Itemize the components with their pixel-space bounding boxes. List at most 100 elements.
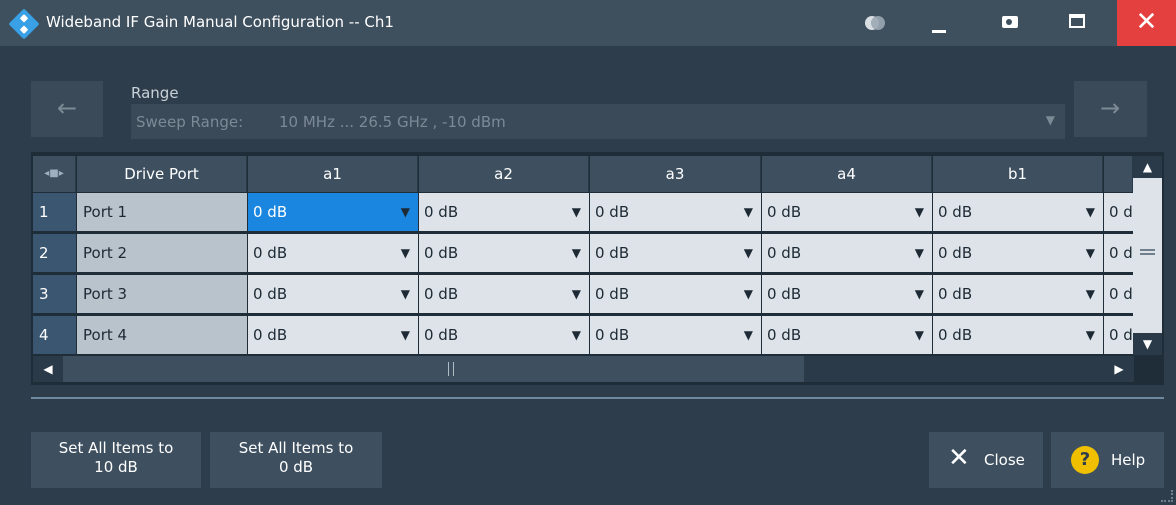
gain-select[interactable]: 0 dB ▼: [761, 193, 932, 231]
gain-select[interactable]: 0 dB ▼: [418, 275, 589, 313]
gain-select[interactable]: 0 dB ▼: [589, 316, 761, 354]
header-a2[interactable]: a2: [419, 156, 589, 192]
gain-select[interactable]: 0 dB ▼: [247, 234, 418, 272]
scroll-thumb[interactable]: [63, 356, 804, 382]
dropdown-arrow-icon: ▼: [743, 287, 753, 301]
arrow-right-icon: →: [1099, 94, 1121, 122]
range-key: Sweep Range:: [136, 113, 244, 131]
gain-select[interactable]: 0 dB ▼: [418, 234, 589, 272]
help-icon: ?: [1071, 446, 1099, 474]
gain-select[interactable]: 0 dB ▼: [589, 234, 761, 272]
dropdown-arrow-icon: ▼: [571, 287, 581, 301]
dropdown-arrow-icon: ▼: [914, 205, 924, 219]
dropdown-arrow-icon: ▼: [1085, 328, 1095, 342]
drive-port-cell: Port 4: [77, 316, 247, 354]
dropdown-arrow-icon: ▼: [571, 205, 581, 219]
close-label: Close: [984, 451, 1025, 469]
dropdown-arrow-icon: ▼: [743, 205, 753, 219]
button-label-line1: Set All Items to: [58, 439, 174, 457]
set-all-10db-button[interactable]: Set All Items to 10 dB: [31, 432, 201, 488]
gain-select[interactable]: 0 dB ▼: [932, 193, 1103, 231]
gain-select[interactable]: 0 d: [1103, 275, 1133, 313]
gain-select[interactable]: 0 dB ▼: [589, 193, 761, 231]
close-icon: ✕: [948, 443, 970, 473]
gain-select[interactable]: 0 d: [1103, 234, 1133, 272]
dropdown-arrow-icon: ▼: [743, 246, 753, 260]
column-resize-icon[interactable]: ◂■▸: [33, 156, 76, 192]
dropdown-arrow-icon: ▼: [914, 246, 924, 260]
help-button[interactable]: ? Help: [1051, 432, 1164, 488]
dropdown-arrow-icon: ▼: [914, 328, 924, 342]
arrow-left-icon: ←: [56, 94, 78, 122]
dropdown-arrow-icon: ▼: [400, 328, 410, 342]
scroll-down-icon[interactable]: ▼: [1133, 333, 1162, 355]
header-a1[interactable]: a1: [248, 156, 418, 192]
toggle-icon[interactable]: [865, 16, 885, 30]
dropdown-arrow-icon: ▼: [914, 287, 924, 301]
gain-select[interactable]: 0 dB ▼: [418, 193, 589, 231]
title-bar[interactable]: Wideband IF Gain Manual Configuration --…: [0, 0, 1176, 46]
gain-select[interactable]: 0 dB ▼: [589, 275, 761, 313]
dropdown-arrow-icon: ▼: [1085, 246, 1095, 260]
range-select[interactable]: Sweep Range: 10 MHz ... 26.5 GHz , -10 d…: [131, 104, 1065, 139]
previous-range-button[interactable]: ←: [31, 81, 103, 137]
button-label-line1: Set All Items to: [238, 439, 354, 457]
dropdown-arrow-icon: ▼: [743, 328, 753, 342]
drive-port-cell: Port 3: [77, 275, 247, 313]
scroll-grip-icon: [1140, 249, 1155, 255]
button-label-line2: 10 dB: [94, 458, 138, 476]
gain-select[interactable]: 0 dB ▼: [761, 275, 932, 313]
gain-select[interactable]: 0 dB ▼: [247, 275, 418, 313]
gain-select[interactable]: 0 dB ▼: [932, 316, 1103, 354]
row-number[interactable]: 1: [33, 193, 76, 231]
resize-grip-icon[interactable]: [1161, 490, 1173, 502]
row-number[interactable]: 4: [33, 316, 76, 354]
header-a3[interactable]: a3: [590, 156, 761, 192]
row-number[interactable]: 2: [33, 234, 76, 272]
set-all-0db-button[interactable]: Set All Items to 0 dB: [210, 432, 382, 488]
scroll-up-icon[interactable]: ▲: [1133, 156, 1162, 178]
gain-select[interactable]: 0 dB ▼: [761, 234, 932, 272]
gain-select[interactable]: 0 dB ▼: [247, 316, 418, 354]
scroll-right-icon[interactable]: ▶: [1104, 356, 1134, 382]
minimize-icon[interactable]: [926, 14, 956, 34]
dropdown-arrow-icon: ▼: [400, 205, 410, 219]
dropdown-arrow-icon: ▼: [571, 328, 581, 342]
dropdown-arrow-icon: ▼: [400, 246, 410, 260]
gain-select[interactable]: 0 dB ▼: [247, 193, 418, 231]
gain-select[interactable]: 0 d: [1103, 316, 1133, 354]
header-a4[interactable]: a4: [762, 156, 932, 192]
range-value: 10 MHz ... 26.5 GHz , -10 dBm: [279, 113, 506, 131]
gain-select[interactable]: 0 dB ▼: [418, 316, 589, 354]
button-label-line2: 0 dB: [278, 458, 314, 476]
scroll-grip-icon: [448, 362, 454, 376]
range-label: Range: [131, 84, 179, 102]
screenshot-icon[interactable]: [1002, 16, 1018, 28]
close-button[interactable]: ✕ Close: [929, 432, 1043, 488]
dropdown-arrow-icon: ▼: [1085, 205, 1095, 219]
header-b1[interactable]: b1: [933, 156, 1103, 192]
row-number[interactable]: 3: [33, 275, 76, 313]
gain-select[interactable]: 0 dB ▼: [932, 234, 1103, 272]
horizontal-scrollbar[interactable]: ◀ ▶: [33, 356, 1134, 382]
dialog-window: Wideband IF Gain Manual Configuration --…: [0, 0, 1176, 505]
scroll-left-icon[interactable]: ◀: [33, 356, 63, 382]
dropdown-arrow-icon: ▼: [571, 246, 581, 260]
maximize-icon[interactable]: [1069, 14, 1085, 28]
dropdown-arrow-icon: ▼: [1085, 287, 1095, 301]
next-range-button[interactable]: →: [1074, 81, 1147, 137]
drive-port-cell: Port 1: [77, 193, 247, 231]
window-title: Wideband IF Gain Manual Configuration --…: [46, 13, 394, 31]
gain-select[interactable]: 0 d: [1103, 193, 1133, 231]
help-label: Help: [1111, 451, 1146, 469]
gain-select[interactable]: 0 dB ▼: [932, 275, 1103, 313]
chevron-down-icon: ▼: [1045, 113, 1055, 127]
close-window-button[interactable]: ✕: [1117, 0, 1176, 46]
header-overflow: [1104, 156, 1133, 192]
app-logo-icon: [8, 8, 40, 40]
vertical-scrollbar[interactable]: ▲ ▼: [1133, 156, 1162, 355]
gain-select[interactable]: 0 dB ▼: [761, 316, 932, 354]
header-drive-port[interactable]: Drive Port: [77, 156, 247, 192]
dropdown-arrow-icon: ▼: [400, 287, 410, 301]
close-icon: ✕: [1135, 7, 1158, 37]
